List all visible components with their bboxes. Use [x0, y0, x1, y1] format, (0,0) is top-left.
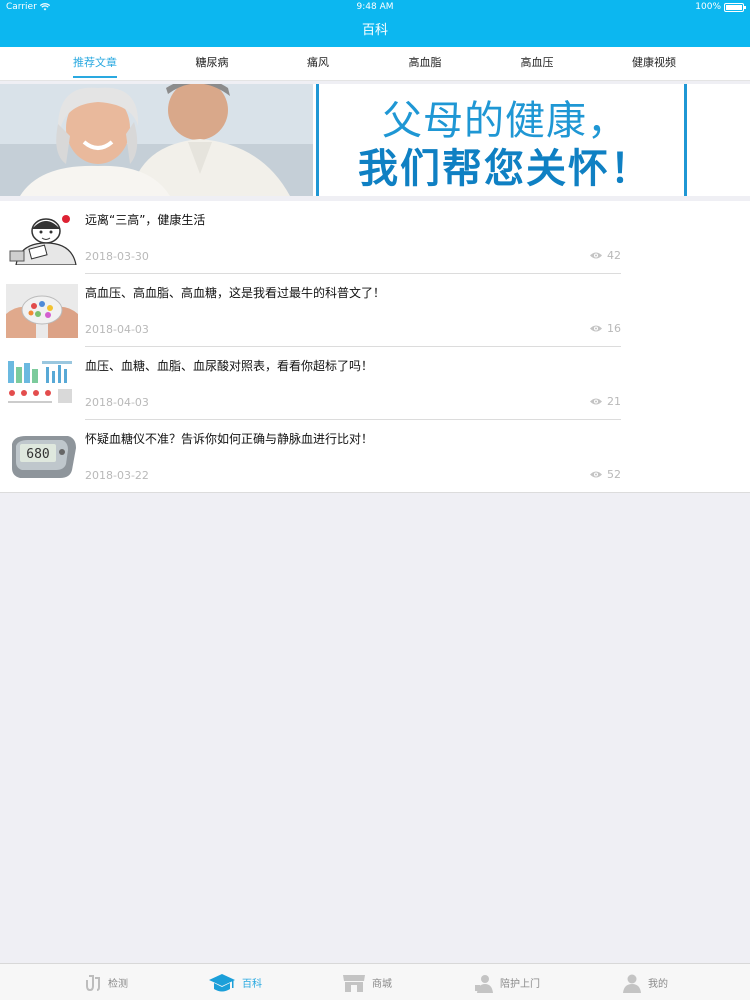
tab-hyperlipidemia[interactable]: 高血脂 [385, 47, 465, 81]
article-title: 远离“三高”，健康生活 [85, 213, 206, 227]
tab-recommended[interactable]: 推荐文章 [55, 47, 135, 81]
test-tube-icon [86, 974, 100, 991]
view-count: 16 [607, 322, 621, 335]
banner-divider-left [316, 84, 319, 196]
tab-gout[interactable]: 痛风 [278, 47, 358, 81]
tab-diabetes[interactable]: 糖尿病 [172, 47, 252, 81]
status-time: 9:48 AM [356, 2, 394, 12]
article-views: 42 [589, 249, 621, 262]
tabbar-item-store[interactable]: 商城 [342, 964, 392, 1000]
view-count: 42 [607, 249, 621, 262]
tabbar-label: 陪护上门 [500, 979, 540, 990]
eye-icon [590, 471, 602, 478]
battery-info: 100% [695, 2, 746, 12]
article-date: 2018-03-22 [85, 469, 149, 482]
article-thumbnail-pills-in-hands [6, 284, 78, 338]
article-views: 21 [589, 395, 621, 408]
tabbar-item-encyclopedia[interactable]: 百科 [208, 964, 262, 1000]
battery-icon [724, 2, 746, 12]
article-title: 高血压、高血脂、高血糖，这是我看过最牛的科普文了！ [85, 286, 386, 300]
list-item[interactable]: 680 怀疑血糖仪不准？告诉你如何正确与静脉血进行比对！ 2018-03-22 … [0, 420, 750, 493]
nav-bar: 百科 [0, 16, 750, 47]
tabbar-label: 检测 [108, 979, 128, 990]
tabbar-item-detect[interactable]: 检测 [84, 964, 128, 1000]
eye-icon [590, 398, 602, 405]
nurse-icon [475, 974, 493, 993]
article-thumbnail-cartoon-doctor [6, 211, 78, 265]
article-views: 52 [589, 468, 621, 481]
tabbar-label: 百科 [242, 979, 262, 990]
article-views: 16 [589, 322, 621, 335]
article-list: 远离“三高”，健康生活 2018-03-30 42 高血压、高血脂、高血糖，这是… [0, 201, 750, 493]
article-date: 2018-04-03 [85, 396, 149, 409]
page-title: 百科 [361, 23, 388, 38]
article-thumbnail-glucose-meter: 680 [6, 430, 78, 484]
view-count: 21 [607, 395, 621, 408]
banner-headline-2: 我们帮您关怀！ [358, 146, 652, 192]
tab-hypertension[interactable]: 高血压 [497, 47, 577, 81]
graduation-cap-icon [209, 973, 235, 991]
article-title: 怀疑血糖仪不准？告诉你如何正确与静脉血进行比对！ [85, 432, 374, 446]
promo-banner[interactable]: 父母的健康， 我们帮您关怀！ [0, 84, 750, 196]
tabbar-item-home-care[interactable]: 陪护上门 [474, 964, 540, 1000]
tabbar-label: 我的 [648, 979, 668, 990]
svg-text:680: 680 [26, 447, 49, 462]
article-date: 2018-04-03 [85, 323, 149, 336]
battery-percent: 100% [695, 2, 721, 12]
list-item[interactable]: 血压、血糖、血脂、血尿酸对照表，看看你超标了吗！ 2018-04-03 21 [0, 347, 750, 420]
tabbar-item-profile[interactable]: 我的 [622, 964, 668, 1000]
list-item[interactable]: 远离“三高”，健康生活 2018-03-30 42 [0, 201, 750, 274]
user-icon [623, 974, 641, 993]
list-item[interactable]: 高血压、高血脂、高血糖，这是我看过最牛的科普文了！ 2018-04-03 16 [0, 274, 750, 347]
view-count: 52 [607, 468, 621, 481]
category-tabs: 推荐文章 糖尿病 痛风 高血脂 高血压 健康视频 [0, 47, 750, 81]
banner-photo-elderly-couple [0, 84, 313, 196]
banner-divider-right [684, 84, 687, 196]
article-date: 2018-03-30 [85, 250, 149, 263]
bottom-tab-bar: 检测 百科 商城 陪护上门 我的 [0, 963, 750, 1000]
article-title: 血压、血糖、血脂、血尿酸对照表，看看你超标了吗！ [85, 359, 374, 373]
eye-icon [590, 252, 602, 259]
tabbar-label: 商城 [372, 979, 392, 990]
status-bar: Carrier 9:48 AM 100% [0, 0, 750, 16]
tab-health-video[interactable]: 健康视频 [614, 47, 694, 81]
store-icon [343, 974, 365, 992]
eye-icon [590, 325, 602, 332]
article-thumbnail-reference-chart [6, 357, 78, 411]
